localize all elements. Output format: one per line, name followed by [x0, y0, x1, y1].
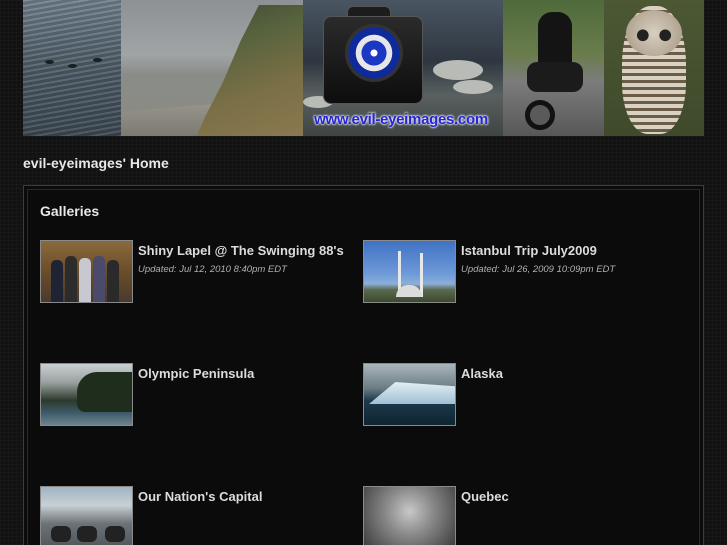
sea-otters-photo — [23, 0, 121, 136]
gallery-title[interactable]: Istanbul Trip July2009 — [461, 243, 597, 258]
gallery-thumbnail[interactable] — [363, 363, 456, 426]
motorcycle-rider-photo — [503, 0, 604, 136]
gallery-thumbnail[interactable] — [363, 240, 456, 303]
gallery-title[interactable]: Shiny Lapel @ The Swinging 88's — [138, 243, 344, 258]
page-title: evil-eyeimages' Home — [23, 155, 169, 171]
camera-lens-icon — [345, 24, 403, 82]
gallery-title[interactable]: Quebec — [461, 489, 509, 504]
gallery-updated: Updated: Jul 12, 2010 8:40pm EDT — [138, 264, 287, 275]
gallery-title[interactable]: Alaska — [461, 366, 503, 381]
barred-owl-photo — [604, 0, 704, 136]
gallery-thumbnail[interactable] — [40, 363, 133, 426]
site-banner[interactable]: www.evil-eyeimages.com — [23, 0, 704, 136]
gallery-thumbnail[interactable] — [40, 240, 133, 303]
camera-logo: www.evil-eyeimages.com — [303, 0, 503, 136]
site-url[interactable]: www.evil-eyeimages.com — [305, 111, 497, 128]
gallery-thumbnail[interactable] — [363, 486, 456, 545]
coastal-cliff-photo — [121, 0, 303, 136]
galleries-panel: Galleries Shiny Lapel @ The Swinging 88'… — [23, 185, 704, 545]
gallery-title[interactable]: Olympic Peninsula — [138, 366, 254, 381]
gallery-thumbnail[interactable] — [40, 486, 133, 545]
gallery-title[interactable]: Our Nation's Capital — [138, 489, 262, 504]
gallery-updated: Updated: Jul 26, 2009 10:09pm EDT — [461, 264, 616, 275]
galleries-heading: Galleries — [40, 203, 100, 219]
